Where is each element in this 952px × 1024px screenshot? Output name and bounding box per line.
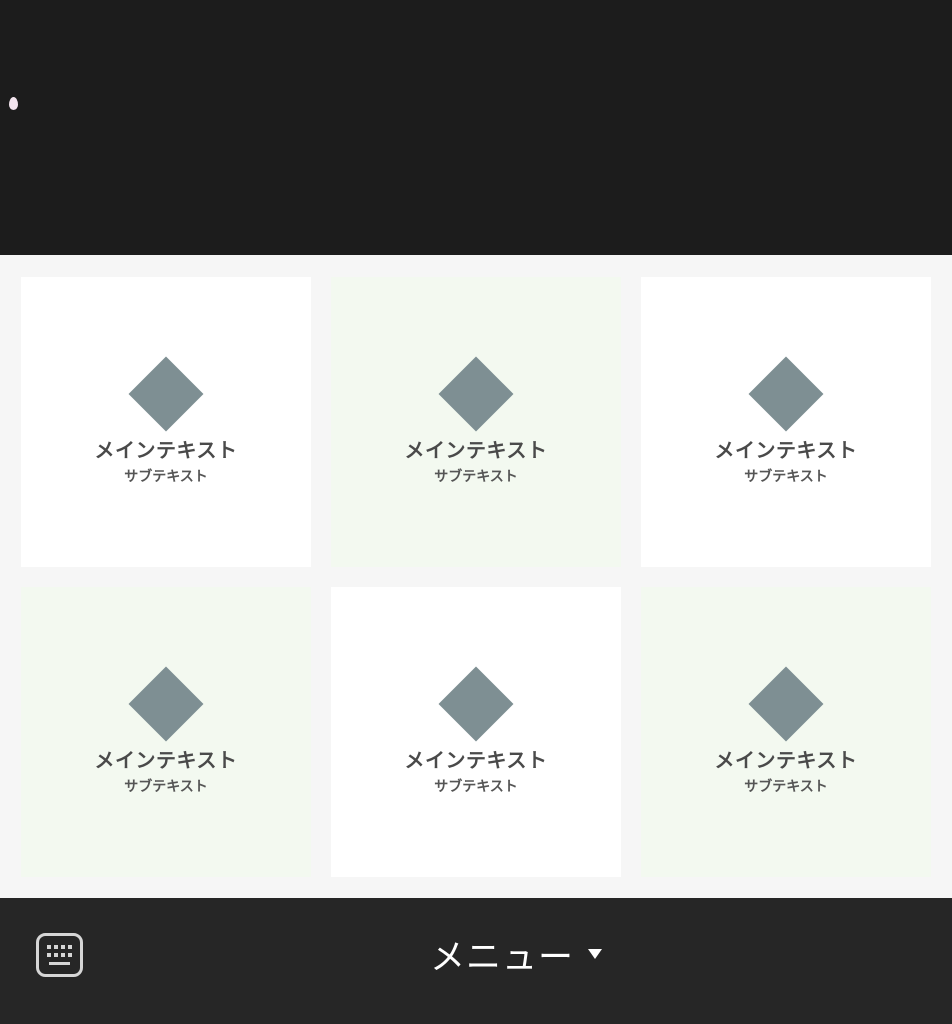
tile-sub-text: サブテキスト [744,468,828,485]
diamond-icon [438,356,514,432]
diamond-icon [748,356,824,432]
tile-main-text: メインテキスト [94,747,238,772]
rich-menu-grid: メインテキスト サブテキスト メインテキスト サブテキスト メインテキスト サブ… [0,255,952,898]
tile-sub-text: サブテキスト [124,468,208,485]
tile-main-text: メインテキスト [404,747,548,772]
menu-tile-4[interactable]: メインテキスト サブテキスト [21,587,311,877]
tile-main-text: メインテキスト [714,437,858,462]
tile-sub-text: サブテキスト [434,468,518,485]
menu-toggle-button[interactable]: メニュー [430,928,603,980]
menu-tile-5[interactable]: メインテキスト サブテキスト [331,587,621,877]
diamond-icon [438,666,514,742]
tile-main-text: メインテキスト [94,437,238,462]
tile-sub-text: サブテキスト [434,778,518,795]
menu-label: メニュー [430,937,575,978]
diamond-icon [748,666,824,742]
menu-tile-6[interactable]: メインテキスト サブテキスト [641,587,931,877]
keyboard-icon [36,933,83,977]
tile-sub-text: サブテキスト [744,778,828,795]
petal-decoration [9,97,18,110]
diamond-icon [128,666,204,742]
menu-tile-3[interactable]: メインテキスト サブテキスト [641,277,931,567]
tile-main-text: メインテキスト [714,747,858,772]
menu-tile-2[interactable]: メインテキスト サブテキスト [331,277,621,567]
keyboard-button[interactable] [36,933,83,977]
bottom-bar: メニュー [0,898,952,1024]
caret-down-icon [588,949,603,959]
tile-main-text: メインテキスト [404,437,548,462]
menu-tile-1[interactable]: メインテキスト サブテキスト [21,277,311,567]
chat-background [0,0,952,255]
tile-sub-text: サブテキスト [124,778,208,795]
diamond-icon [128,356,204,432]
